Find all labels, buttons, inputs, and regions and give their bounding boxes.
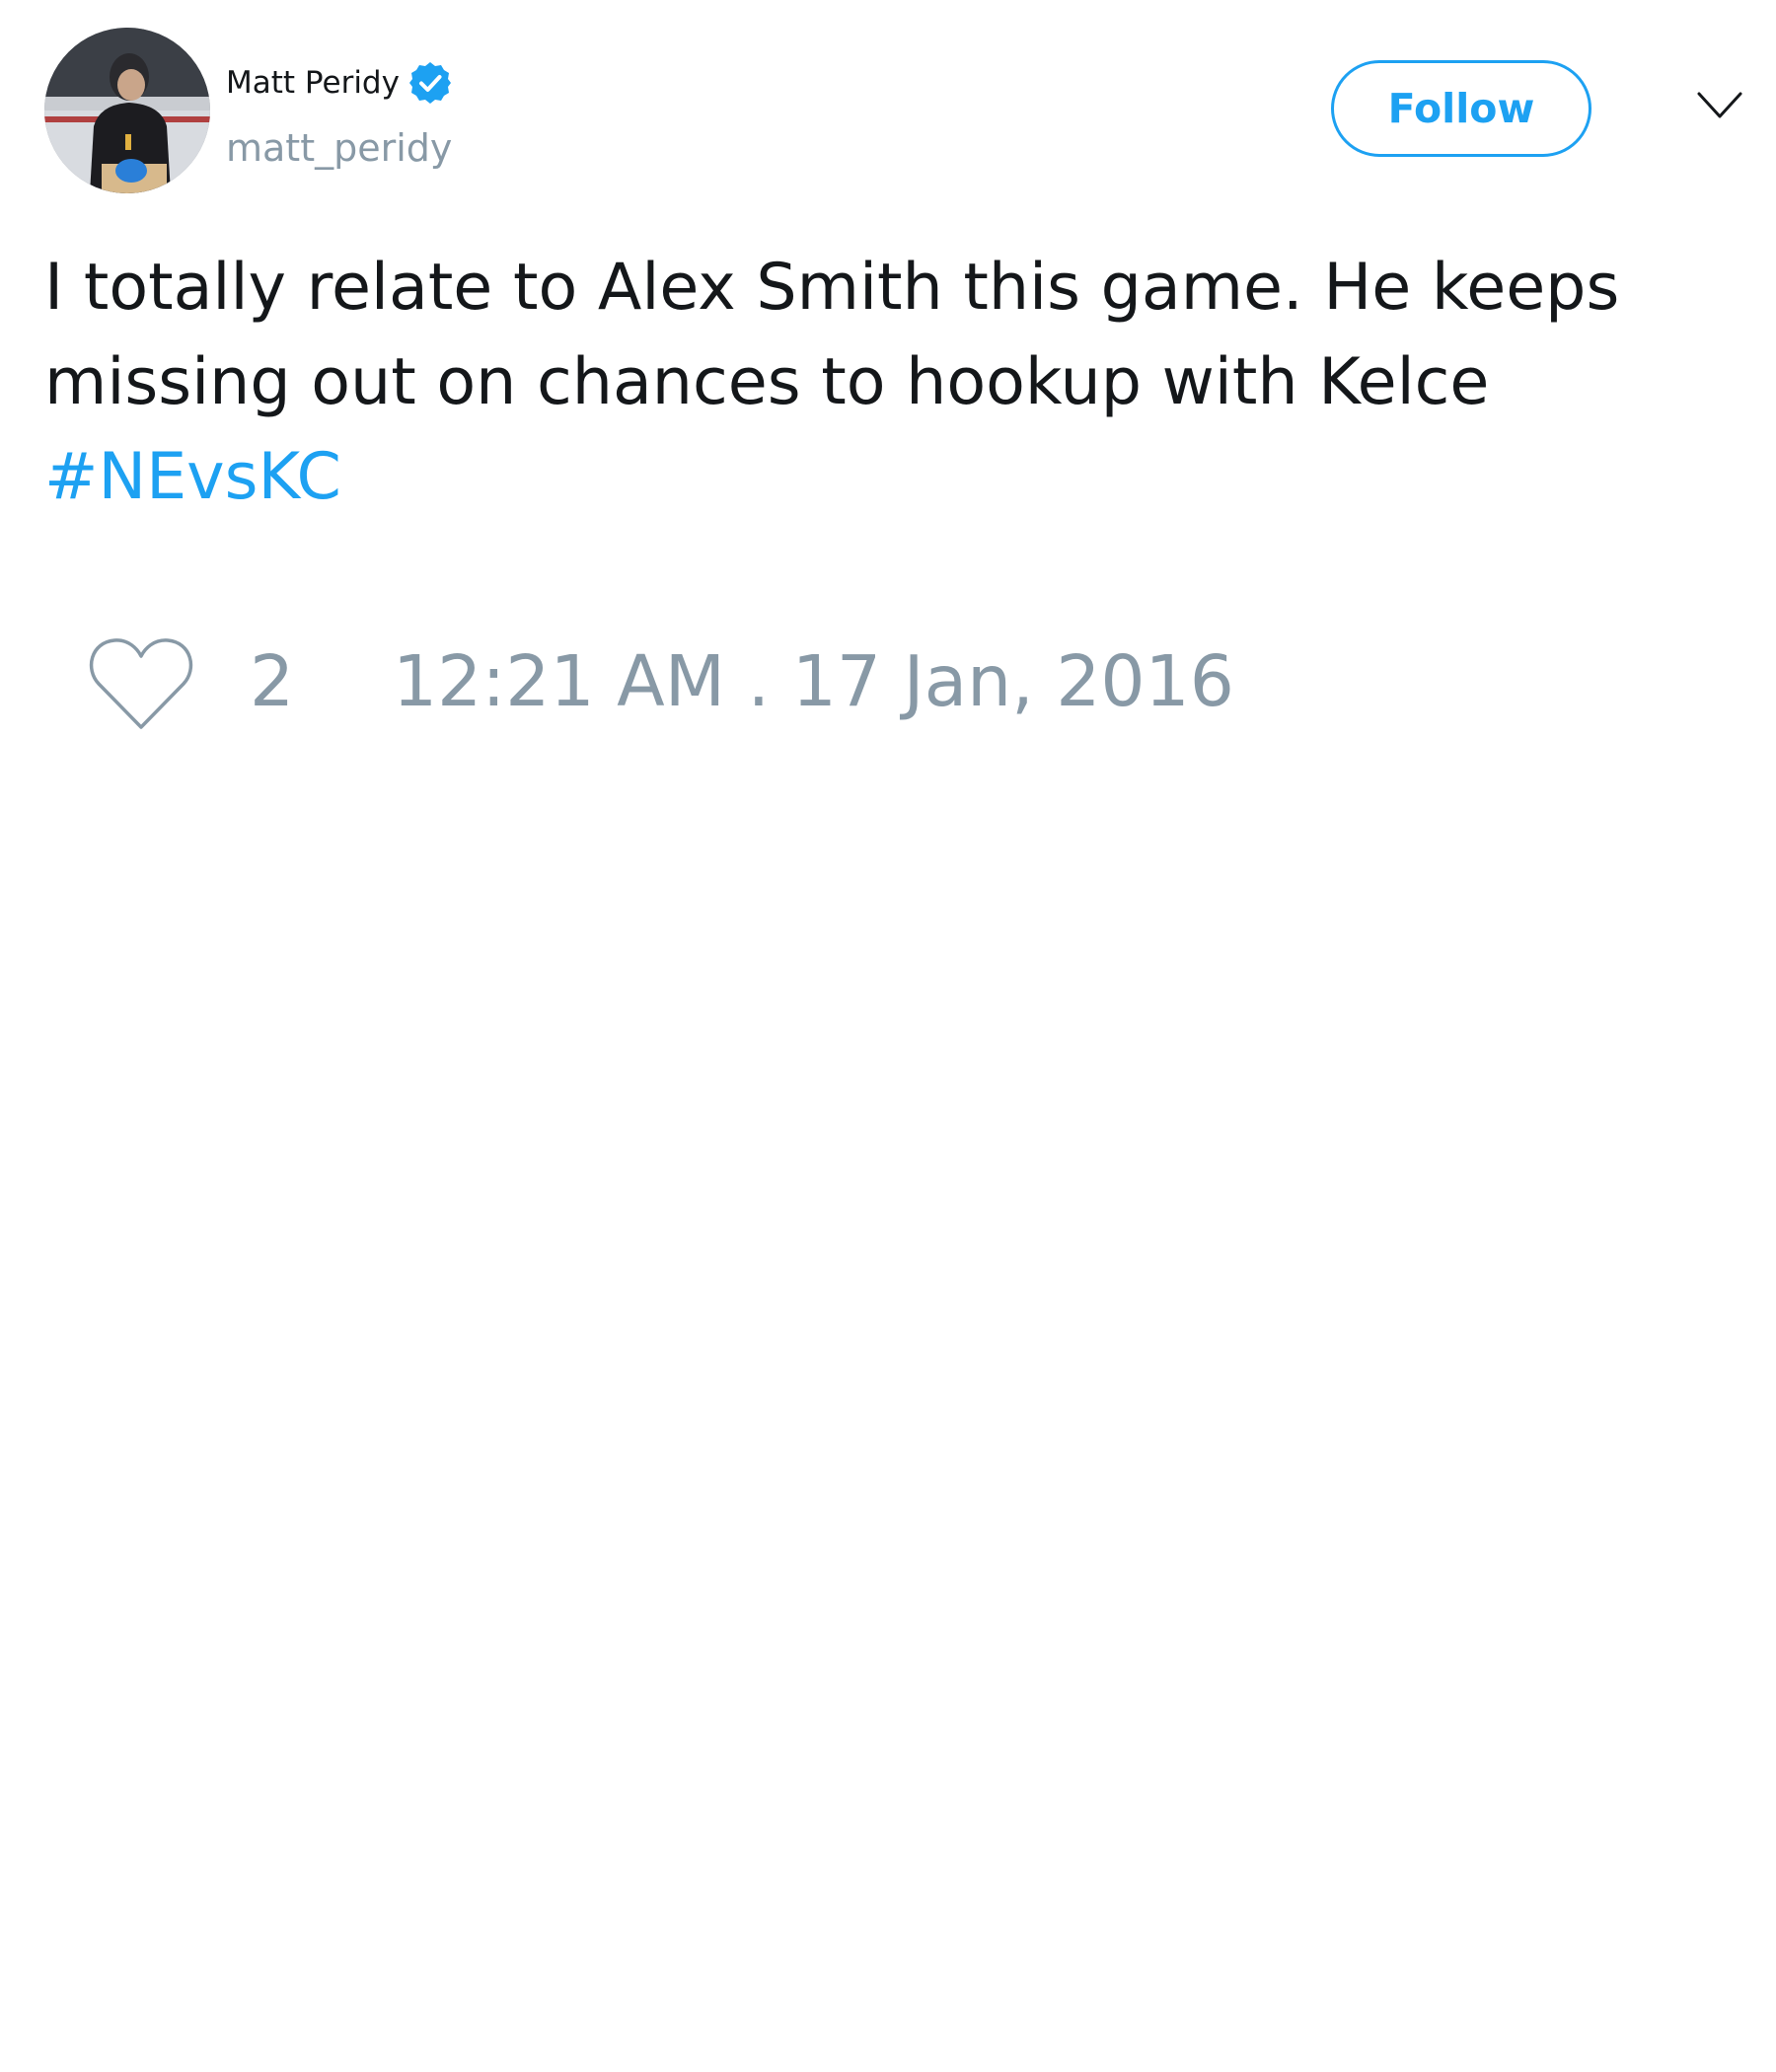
hashtag-link[interactable]: #NEvsKC (44, 440, 341, 514)
avatar-photo (44, 28, 210, 193)
avatar[interactable] (44, 28, 210, 193)
tweet-text: I totally relate to Alex Smith this game… (44, 241, 1741, 525)
verified-badge-icon (407, 60, 453, 106)
like-count: 2 (250, 640, 295, 722)
chevron-down-icon[interactable] (1697, 91, 1742, 120)
tweet-timestamp[interactable]: 12:21 AM . 17 Jan, 2016 (393, 639, 1234, 724)
author-display-name[interactable]: Matt Peridy (226, 65, 400, 101)
tweet-body: I totally relate to Alex Smith this game… (44, 251, 1620, 419)
author-name-row: Matt Peridy (226, 61, 453, 105)
author-handle[interactable]: matt_peridy (226, 126, 452, 170)
follow-button[interactable]: Follow (1331, 60, 1591, 157)
heart-icon[interactable] (89, 636, 193, 731)
